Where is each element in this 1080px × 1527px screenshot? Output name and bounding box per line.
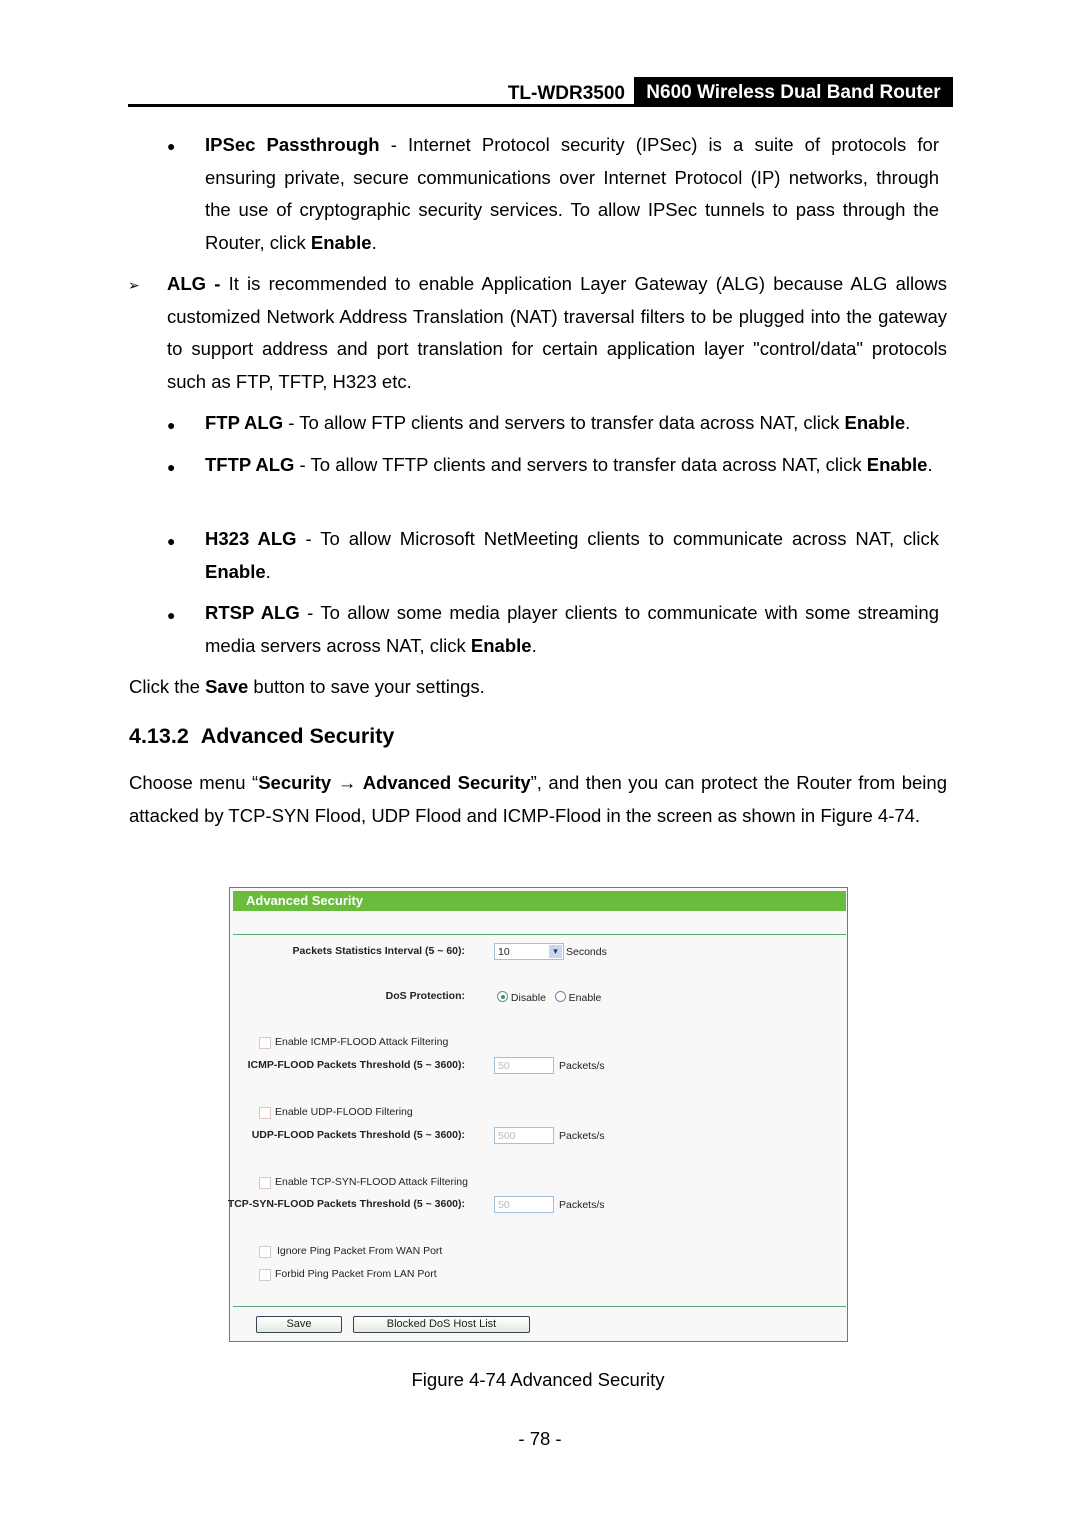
udp-checkbox-label: Enable UDP-FLOOD Filtering (275, 1106, 413, 1118)
bullet-icon: ● (167, 607, 176, 623)
advanced-security-figure: Advanced Security Packets Statistics Int… (227, 887, 848, 1342)
interval-value: 10 (498, 946, 510, 958)
term: IPSec Passthrough (205, 134, 380, 155)
text: - To allow Microsoft NetMeeting clients … (296, 528, 940, 549)
dos-label: DoS Protection: (385, 990, 465, 1002)
interval-select[interactable]: 10 ▾ (494, 943, 564, 960)
panel-title: Advanced Security (233, 891, 846, 911)
udp-label: UDP-FLOOD Packets Threshold (5 ~ 3600): (251, 1129, 465, 1141)
action: Enable (470, 634, 532, 656)
radio-label: Disable (510, 992, 546, 1004)
ipsec-paragraph: IPSec Passthrough - Internet Protocol se… (205, 129, 939, 259)
term: ALG - (167, 273, 221, 294)
radio-label: Enable (568, 992, 602, 1004)
text: Choose menu “ (129, 772, 259, 793)
text: - To allow some media player clients to … (205, 602, 939, 656)
text: - To allow FTP clients and servers to tr… (283, 412, 845, 433)
alg-paragraph: ALG - It is recommended to enable Applic… (167, 268, 947, 398)
rtsp-alg-item: RTSP ALG - To allow some media player cl… (205, 597, 939, 662)
manual-page: TL-WDR3500 N600 Wireless Dual Band Route… (0, 0, 1080, 1527)
section-title: Advanced Security (200, 724, 395, 748)
wan-ping-label: Ignore Ping Packet From WAN Port (277, 1245, 443, 1257)
tcp-checkbox-label: Enable TCP-SYN-FLOOD Attack Filtering (275, 1176, 468, 1188)
header-rule (128, 104, 953, 107)
text: . (265, 560, 271, 582)
arrow-icon: → (337, 772, 357, 793)
menu-path: Security (258, 772, 332, 793)
save-note: Click the Save button to save your setti… (129, 671, 947, 704)
unit-label: Packets/s (559, 1199, 605, 1211)
term: H323 ALG (205, 528, 297, 549)
text: . (531, 634, 537, 656)
blocked-dos-host-list-button[interactable]: Blocked DoS Host List (353, 1316, 530, 1333)
bullet-icon: ● (167, 533, 176, 549)
divider (233, 934, 846, 935)
divider (233, 1306, 846, 1307)
term: TFTP ALG (205, 454, 295, 475)
icmp-checkbox[interactable] (259, 1037, 271, 1049)
text: - To allow TFTP clients and servers to t… (294, 454, 867, 475)
udp-threshold-input[interactable]: 500 (494, 1127, 554, 1144)
arrow-bullet-icon: ➢ (128, 277, 140, 293)
icmp-checkbox-label: Enable ICMP-FLOOD Attack Filtering (275, 1036, 449, 1048)
lan-ping-checkbox[interactable] (259, 1269, 271, 1281)
text: . (905, 412, 911, 433)
udp-checkbox[interactable] (259, 1107, 271, 1119)
header-model: TL-WDR3500 (507, 83, 625, 104)
section-heading: 4.13.2 Advanced Security (129, 724, 394, 749)
bullet-icon: ● (167, 138, 176, 154)
term: RTSP ALG (205, 602, 300, 623)
text: Click the (129, 676, 206, 697)
tcp-checkbox[interactable] (259, 1177, 271, 1189)
figure-caption: Figure 4-74 Advanced Security (411, 1369, 665, 1390)
text: . (927, 454, 933, 475)
ftp-alg-item: FTP ALG - To allow FTP clients and serve… (205, 407, 945, 440)
intro-paragraph: Choose menu “Security → Advanced Securit… (129, 767, 947, 832)
unit-label: Packets/s (559, 1130, 605, 1142)
menu-path: Advanced Security (362, 772, 531, 793)
action: Enable (866, 454, 928, 475)
section-number: 4.13.2 (129, 724, 189, 748)
dos-enable-radio[interactable] (554, 991, 566, 1002)
interval-label: Packets Statistics Interval (5 ~ 60): (292, 945, 465, 957)
action: Enable (205, 560, 266, 582)
tcp-label: TCP-SYN-FLOOD Packets Threshold (5 ~ 360… (227, 1198, 465, 1210)
interval-unit: Seconds (566, 946, 607, 958)
page-number: - 78 - (518, 1428, 562, 1449)
text: . (371, 231, 377, 253)
term: Save (205, 676, 249, 697)
save-button[interactable]: Save (256, 1316, 342, 1333)
chevron-down-icon: ▾ (549, 945, 562, 958)
action: Enable (844, 412, 906, 433)
header-product: N600 Wireless Dual Band Router (634, 77, 953, 106)
term: FTP ALG (205, 412, 284, 433)
tcp-threshold-input[interactable]: 50 (494, 1196, 554, 1213)
bullet-icon: ● (167, 417, 176, 433)
h323-alg-item: H323 ALG - To allow Microsoft NetMeeting… (205, 523, 939, 588)
tftp-alg-item: TFTP ALG - To allow TFTP clients and ser… (205, 449, 939, 482)
bullet-icon: ● (167, 459, 176, 475)
wan-ping-checkbox[interactable] (259, 1246, 271, 1258)
lan-ping-label: Forbid Ping Packet From LAN Port (275, 1268, 437, 1280)
dos-radio-group: Disable Enable (497, 991, 601, 1004)
text: It is recommended to enable Application … (167, 273, 947, 392)
unit-label: Packets/s (559, 1060, 605, 1072)
icmp-label: ICMP-FLOOD Packets Threshold (5 ~ 3600): (247, 1059, 465, 1071)
icmp-threshold-input[interactable]: 50 (494, 1057, 554, 1074)
text: button to save your settings. (248, 676, 485, 697)
action: Enable (310, 231, 372, 253)
dos-disable-radio[interactable] (497, 991, 508, 1002)
